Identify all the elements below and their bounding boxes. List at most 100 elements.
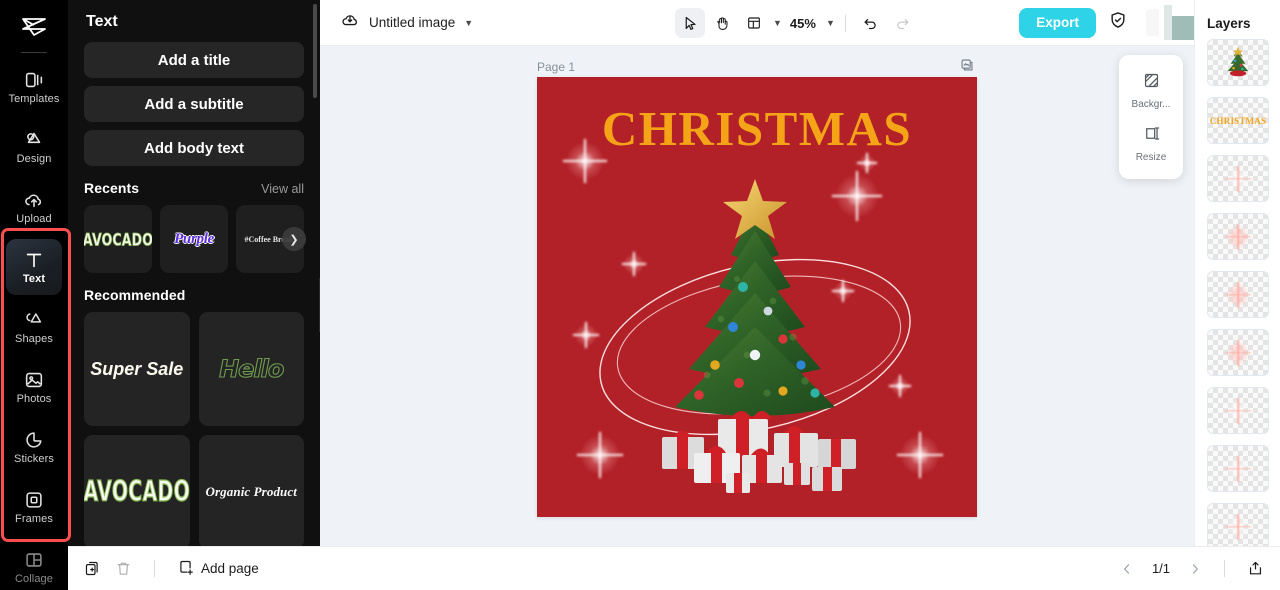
trash-icon[interactable]	[115, 560, 132, 577]
template-card[interactable]: AVOCADO	[84, 435, 190, 549]
document-name[interactable]: Untitled image	[369, 15, 455, 30]
resize-tool-button[interactable]: Resize	[1119, 117, 1183, 170]
main-area: Untitled image ▼ ▼ 45% ▼ Export Page 1 C…	[320, 0, 1194, 590]
panel-title: Text	[86, 13, 118, 30]
upload-box-icon[interactable]	[1247, 560, 1264, 577]
duplicate-icon[interactable]	[84, 560, 101, 577]
sparkle-thumbnail-icon	[1225, 513, 1251, 540]
chevron-right-icon[interactable]	[1188, 562, 1202, 576]
rail-divider	[21, 52, 47, 53]
sidebar-item-text[interactable]: Text	[6, 239, 62, 295]
stickers-icon	[23, 429, 45, 451]
sparkle-thumbnail-icon	[1225, 455, 1251, 482]
template-card[interactable]: Organic Product	[198, 435, 304, 549]
sidebar-item-label: Templates	[8, 93, 60, 105]
shield-check-icon[interactable]	[1108, 10, 1128, 35]
background-icon	[1142, 71, 1161, 95]
layers-list: CHRISTMAS	[1195, 39, 1280, 550]
avatar[interactable]	[1142, 0, 1194, 46]
export-button[interactable]: Export	[1019, 7, 1096, 38]
sparkle-thumbnail-icon	[1225, 339, 1251, 366]
sparkle-thumbnail-icon	[1225, 165, 1251, 192]
recents-view-all-link[interactable]: View all	[261, 182, 304, 196]
add-page-button[interactable]: Add page	[177, 559, 259, 579]
sidebar-item-label: Text	[22, 273, 46, 285]
recommended-header: Recommended	[84, 287, 304, 303]
templates-icon	[23, 69, 45, 91]
layout-tool-button[interactable]	[739, 8, 769, 38]
sidebar-item-label: Design	[16, 153, 52, 165]
text-panel: Text Add a title Add a subtitle Add body…	[68, 0, 320, 590]
chevron-right-icon[interactable]: ❯	[282, 227, 306, 251]
select-tool-button[interactable]	[675, 8, 705, 38]
capcut-logo-icon[interactable]	[0, 4, 68, 50]
redo-button[interactable]	[888, 8, 918, 38]
recents-header: Recents View all	[84, 180, 304, 196]
photos-icon	[23, 369, 45, 391]
hand-tool-button[interactable]	[707, 8, 737, 38]
recent-card[interactable]: AVOCADO	[84, 205, 152, 273]
collage-icon	[23, 549, 45, 571]
template-card-label: Super Sale	[90, 358, 184, 379]
zoom-level: 45%	[789, 15, 816, 31]
layer-item-sparkle[interactable]	[1207, 445, 1269, 492]
recommended-heading: Recommended	[84, 287, 186, 303]
sidebar-item-frames[interactable]: Frames	[6, 479, 62, 535]
recent-card[interactable]: Purple	[160, 205, 228, 273]
capcut-editor: Templates Design Upload Text Shapes Phot…	[0, 0, 1280, 590]
zoom-chevron-down-icon[interactable]: ▼	[826, 18, 835, 28]
panel-scrollbar[interactable]	[313, 4, 317, 98]
sidebar-item-design[interactable]: Design	[6, 119, 62, 175]
layers-title: Layers	[1207, 16, 1251, 31]
sidebar-item-stickers[interactable]: Stickers	[6, 419, 62, 475]
sidebar-item-label: Upload	[16, 213, 52, 225]
template-card-label: AVOCADO	[84, 475, 190, 509]
resize-tool-label: Resize	[1135, 152, 1167, 163]
template-card-label: Organic Product	[205, 484, 297, 499]
layer-item-sparkle[interactable]	[1207, 271, 1269, 318]
gift-presents-artwork[interactable]	[632, 377, 882, 497]
sidebar-item-collage[interactable]: Collage	[6, 539, 62, 590]
layer-item-tree[interactable]	[1207, 39, 1269, 86]
layer-item-sparkle[interactable]	[1207, 387, 1269, 434]
chevron-down-icon[interactable]: ▼	[464, 18, 473, 28]
sidebar-item-label: Frames	[15, 513, 53, 525]
undo-button[interactable]	[856, 8, 886, 38]
add-body-text-button[interactable]: Add body text	[84, 130, 304, 166]
recent-card-label: AVOCADO	[84, 228, 152, 250]
bottom-bar-right: 1/1	[1120, 560, 1280, 577]
bottom-bar-left: Add page	[68, 559, 259, 579]
design-canvas[interactable]: CHRISTMAS	[537, 77, 977, 517]
template-card[interactable]: Hello	[198, 312, 304, 426]
page-counter: 1/1	[1151, 561, 1171, 576]
duplicate-page-icon[interactable]	[960, 58, 974, 77]
background-tool-button[interactable]: Backgr...	[1119, 64, 1183, 117]
tree-thumbnail-icon	[1227, 46, 1249, 76]
toolbar-center: ▼ 45% ▼	[675, 0, 918, 46]
layout-chevron-down-icon[interactable]: ▼	[773, 18, 782, 28]
chevron-left-icon[interactable]	[1120, 562, 1134, 576]
toolbar-divider	[844, 14, 846, 32]
sidebar-item-photos[interactable]: Photos	[6, 359, 62, 415]
layer-item-label: CHRISTMAS	[1209, 115, 1267, 126]
layer-item-sparkle[interactable]	[1207, 213, 1269, 260]
left-icon-rail: Templates Design Upload Text Shapes Phot…	[0, 0, 68, 590]
background-tool-label: Backgr...	[1131, 99, 1171, 110]
panel-collapse-handle[interactable]	[319, 278, 320, 332]
sidebar-item-shapes[interactable]: Shapes	[6, 299, 62, 355]
toolbar-left: Untitled image ▼	[320, 10, 473, 35]
template-card[interactable]: Super Sale	[84, 312, 190, 426]
add-subtitle-button[interactable]: Add a subtitle	[84, 86, 304, 122]
canvas-stage[interactable]: Page 1 CHRISTMAS Backgr... Resize	[320, 46, 1194, 590]
sidebar-item-label: Stickers	[14, 453, 54, 465]
layer-item-sparkle[interactable]	[1207, 329, 1269, 376]
layer-item-sparkle[interactable]	[1207, 503, 1269, 550]
layer-item-christmas-text[interactable]: CHRISTMAS	[1207, 97, 1269, 144]
add-title-button[interactable]: Add a title	[84, 42, 304, 78]
shapes-icon	[23, 309, 45, 331]
sidebar-item-templates[interactable]: Templates	[6, 59, 62, 115]
cloud-saved-icon	[340, 10, 360, 35]
recent-card-label: Purple	[174, 230, 214, 247]
sidebar-item-upload[interactable]: Upload	[6, 179, 62, 235]
layer-item-sparkle[interactable]	[1207, 155, 1269, 202]
